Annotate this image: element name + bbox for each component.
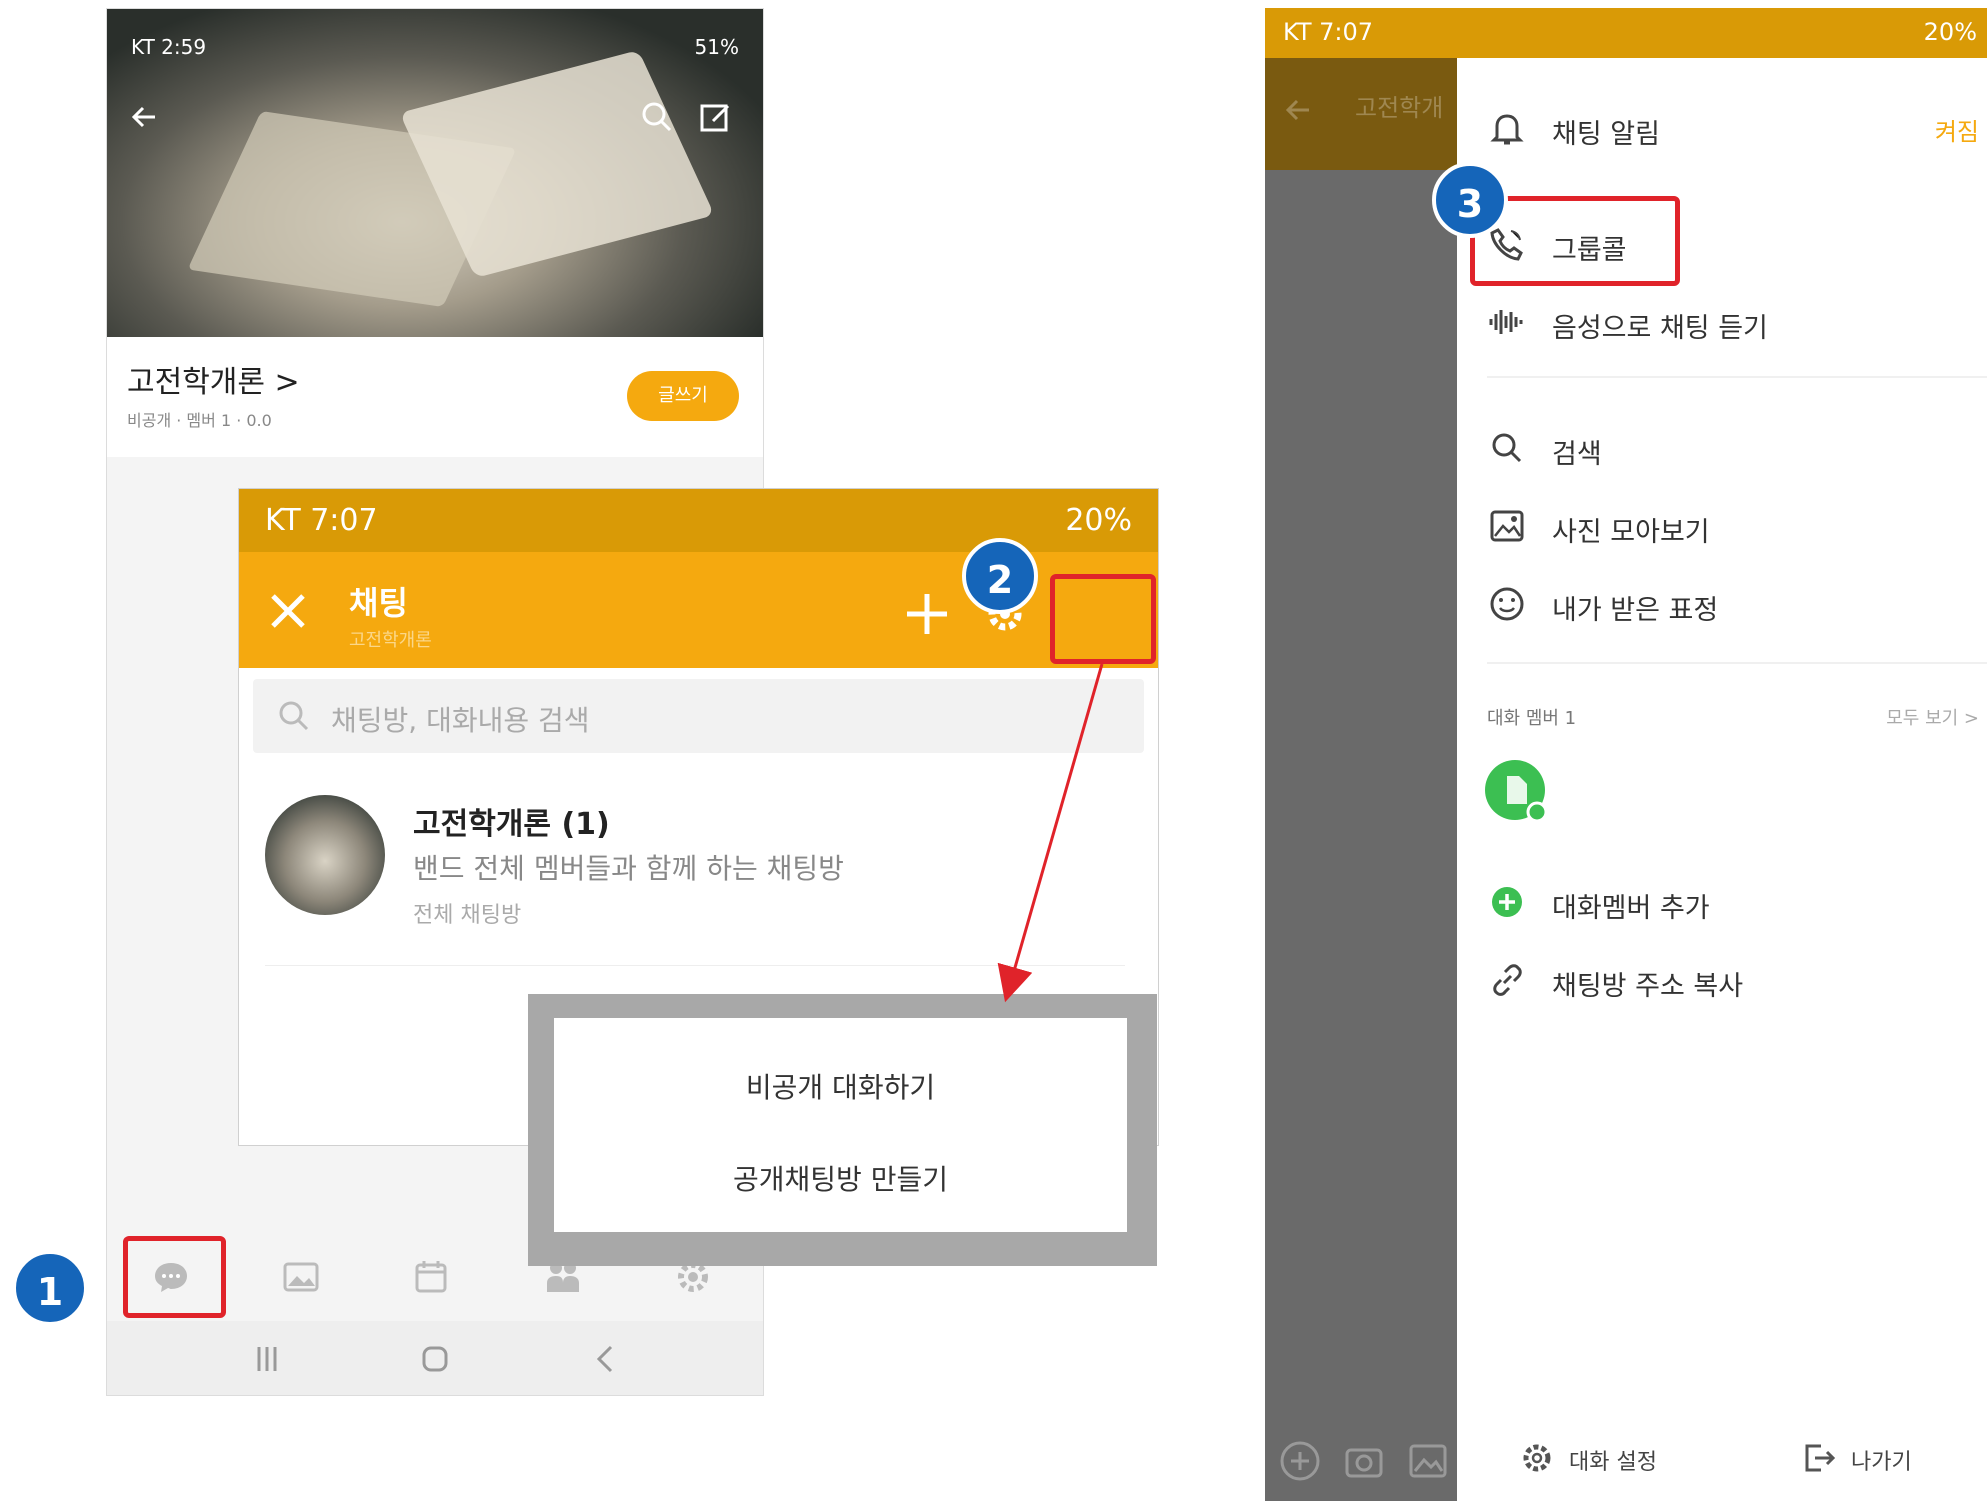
step-badge-1: 1 — [12, 1250, 88, 1326]
step-badge-3: 3 — [1432, 162, 1508, 238]
step-badge-2: 2 — [962, 538, 1038, 614]
annotation-arrow — [997, 663, 1104, 1003]
